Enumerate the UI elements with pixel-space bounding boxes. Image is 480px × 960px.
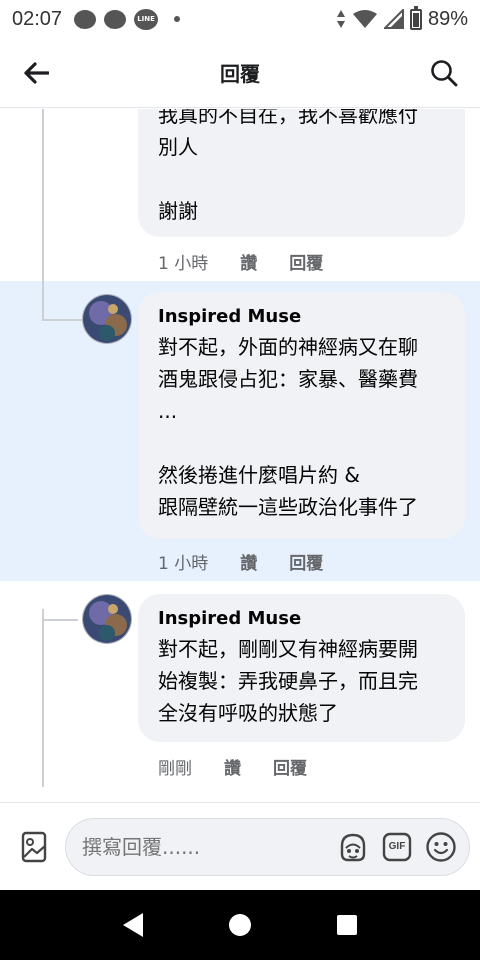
line-notification-icon: LINE [134,8,159,30]
arrow-left-icon [24,61,49,84]
nav-recents-button[interactable] [317,895,377,955]
comment-text: 我真的不自在，我不喜歡應付 別人 謝謝 [158,109,418,223]
messenger-notification-icon [74,9,97,29]
gif-button[interactable]: GIF [375,825,419,869]
back-button[interactable] [0,38,72,108]
top-app-bar: 回覆 [0,38,480,108]
page-title: 回覆 [220,62,260,86]
chat-notification-icon [104,9,127,29]
reply-thread[interactable]: 我真的不自在，我不喜歡應付 別人 謝謝 1 小時 讚 回覆 Inspired M… [0,109,480,802]
status-bar: 02:07 LINE 89% [0,0,480,38]
reply-link[interactable]: 回覆 [289,249,323,274]
more-notifications-icon [174,16,181,22]
comment-actions: 剛剛 讚 回覆 [158,754,307,779]
avatar-sticker-icon [340,833,366,861]
nav-home-button[interactable] [210,895,270,955]
avatar-image [83,295,131,343]
triangle-back-icon [123,913,144,937]
reply-input[interactable] [82,834,331,859]
photo-icon [21,831,46,862]
avatar-sticker-button[interactable] [331,825,375,869]
nav-back-button[interactable] [103,895,163,955]
photo-button[interactable] [10,821,57,873]
battery-icon [409,5,422,30]
comment-text: 對不起，剛剛又有神經病要開 始複製：弄我硬鼻子，而且完 全沒有呼吸的狀態了 [158,637,418,725]
system-nav-bar [0,890,480,960]
thread-line [42,109,44,321]
comment-actions: 1 小時 讚 回覆 [158,549,323,574]
reply-input-container[interactable]: GIF [65,817,470,876]
like-link[interactable]: 讚 [240,549,257,574]
like-link[interactable]: 讚 [224,754,241,779]
comment-text: 對不起，外面的神經病又在聊 酒鬼跟侵占犯：家暴、醫藥費 ... 然後捲進什麼唱片… [158,335,418,519]
comment-timestamp: 剛剛 [158,759,192,779]
thread-connector [42,319,82,321]
battery-percent: 89% [427,7,468,30]
avatar[interactable] [82,294,132,344]
thread-connector [44,619,78,621]
wifi-icon [352,10,377,28]
comment-author[interactable]: Inspired Muse [158,608,445,629]
comment-timestamp: 1 小時 [158,554,209,574]
reply-composer: GIF [0,802,480,890]
emoji-button[interactable] [419,825,463,869]
reply-link[interactable]: 回覆 [289,549,323,574]
status-time: 02:07 [12,7,63,30]
thread-line [42,609,44,787]
status-right: 89% [336,5,468,31]
comment-bubble[interactable]: Inspired Muse 對不起，外面的神經病又在聊 酒鬼跟侵占犯：家暴、醫藥… [138,292,465,539]
data-transfer-icon [336,10,345,28]
emoji-icon [426,831,456,862]
comment-author[interactable]: Inspired Muse [158,306,445,327]
avatar[interactable] [82,594,132,644]
avatar-image [83,595,131,643]
cell-signal-icon [383,9,404,29]
search-icon [431,59,458,86]
comment-timestamp: 1 小時 [158,254,209,274]
comment-bubble[interactable]: Inspired Muse 對不起，剛剛又有神經病要開 始複製：弄我硬鼻子，而且… [138,594,465,742]
square-recents-icon [336,915,357,935]
search-button[interactable] [408,38,480,108]
like-link[interactable]: 讚 [240,249,257,274]
gif-label: GIF [388,841,406,852]
comment-actions: 1 小時 讚 回覆 [158,249,323,274]
line-badge-text: LINE [134,8,159,30]
reply-link[interactable]: 回覆 [273,754,307,779]
circle-home-icon [228,914,251,936]
comment-bubble[interactable]: 我真的不自在，我不喜歡應付 別人 謝謝 [138,109,465,237]
